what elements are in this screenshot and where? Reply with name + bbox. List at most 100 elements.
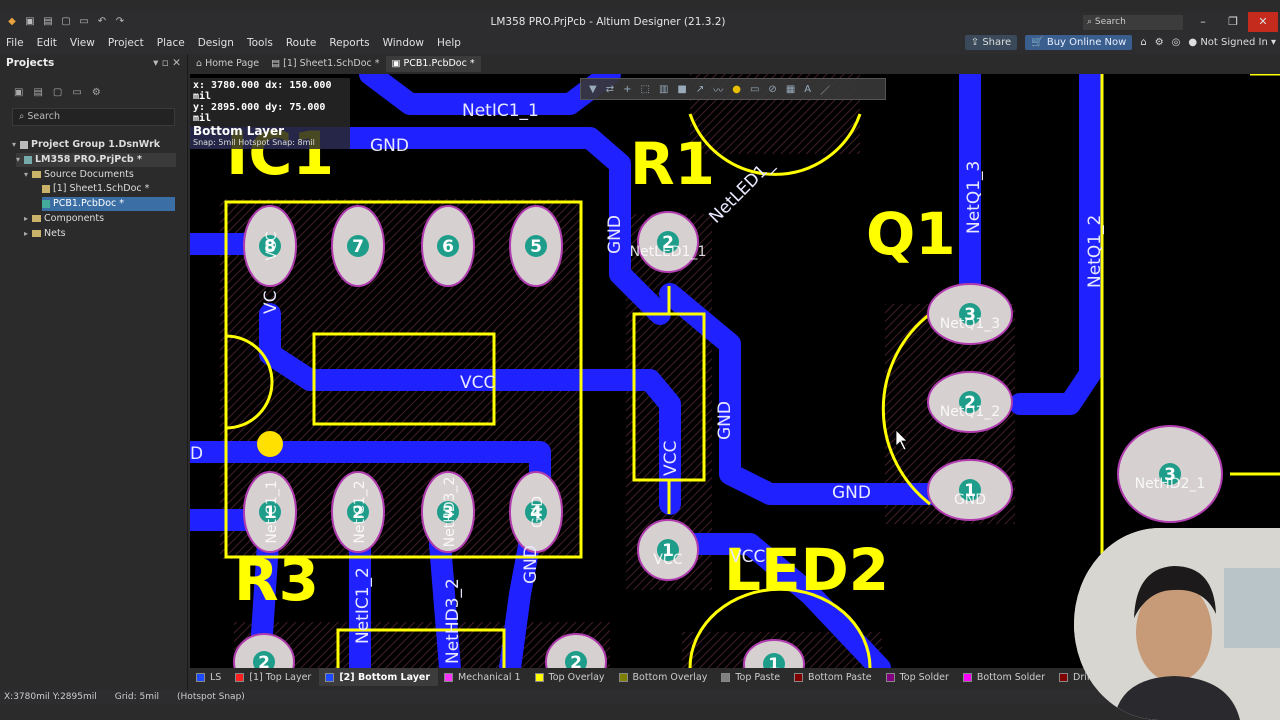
ic1-pad-2[interactable]: 2NetIC1_2 [331, 471, 385, 553]
net-label-netq1-2: NetQ1_2 [1085, 215, 1105, 288]
close-button[interactable]: ✕ [1248, 12, 1278, 32]
menu-view[interactable]: View [64, 37, 102, 49]
ic1-pad-4[interactable]: 4GND [509, 471, 563, 553]
menu-design[interactable]: Design [192, 37, 241, 49]
tree-sheet1[interactable]: [1] Sheet1.SchDoc * [42, 182, 149, 196]
component-icon[interactable]: ▥ [659, 84, 668, 95]
layer-tab[interactable]: LS [190, 668, 229, 686]
ic1-pad-8[interactable]: 8VCC [243, 205, 297, 287]
expand-icon[interactable]: ▾ [12, 138, 20, 152]
tab-home-page[interactable]: ⌂ Home Page [190, 56, 265, 72]
net-label-gnd-pin4: GND [521, 545, 541, 584]
tree-nets[interactable]: ▸ Nets [24, 227, 66, 241]
expand-icon[interactable]: ▸ [24, 227, 32, 241]
ic1-pad-5[interactable]: 5 [509, 205, 563, 287]
ic1-pad-6[interactable]: 6 [421, 205, 475, 287]
layer-tab[interactable]: Bottom Paste [788, 668, 880, 686]
fill-icon[interactable]: ■ [677, 84, 686, 95]
layer-color-swatch [325, 672, 335, 682]
tree-project-group[interactable]: ▾ Project Group 1.DsnWrk [12, 138, 160, 152]
menu-route[interactable]: Route [280, 37, 323, 49]
layer-tab[interactable]: Top Paste [715, 668, 788, 686]
designator-r1[interactable]: R1 [630, 130, 715, 198]
designator-q1[interactable]: Q1 [866, 200, 956, 268]
tree-components[interactable]: ▸ Components [24, 212, 104, 226]
layer-tab[interactable]: [1] Top Layer [229, 668, 319, 686]
panel-controls-icon[interactable]: ▾ ▫ ✕ [153, 57, 181, 69]
projects-search-placeholder: Search [27, 111, 60, 122]
layer-tab[interactable]: Top Overlay [529, 668, 613, 686]
ic1-pad-3[interactable]: 3NetHD3_2 [421, 471, 475, 553]
share-button[interactable]: ⇪ Share [964, 35, 1018, 50]
polygon-icon[interactable]: ▭ [750, 84, 759, 95]
expand-icon[interactable]: ▾ [16, 153, 24, 167]
status-bar: X:3780mil Y:2895mil Grid: 5mil (Hotspot … [0, 690, 1280, 704]
expand-icon[interactable]: ▸ [24, 212, 32, 226]
designator-r3[interactable]: R3 [234, 546, 319, 614]
save-project-icon[interactable]: ▣ [14, 87, 23, 98]
ic1-pad-1[interactable]: 1NetIC1_1 [243, 471, 297, 553]
coordinate-hud: x: 3780.000 dx: 150.000 mil y: 2895.000 … [190, 78, 350, 149]
hd2-pad-3[interactable]: 3NetHD2_1 [1117, 425, 1223, 523]
interactive-route-icon[interactable]: ↗ [696, 84, 704, 95]
notifications-icon[interactable]: ◎ [1172, 37, 1181, 48]
layer-color-swatch [1059, 672, 1069, 682]
open-project-icon[interactable]: ▢ [53, 87, 62, 98]
expand-icon[interactable]: ▾ [24, 168, 32, 182]
keepout-icon[interactable]: ⊘ [768, 84, 776, 95]
title-search-input[interactable]: ⌕ Search [1083, 15, 1183, 30]
line-icon[interactable]: ／ [820, 82, 830, 97]
user-button[interactable]: ● Not Signed In ▾ [1188, 37, 1276, 48]
buy-online-button[interactable]: 🛒 Buy Online Now [1025, 35, 1133, 50]
q1-pad-3[interactable]: 3NetQ1_3 [927, 283, 1013, 345]
route-icon[interactable]: ⇄ [606, 84, 614, 95]
menu-tools[interactable]: Tools [241, 37, 280, 49]
layer-tab[interactable]: Bottom Solder [957, 668, 1053, 686]
tree-pcb1[interactable]: PCB1.PcbDoc * [42, 197, 175, 211]
layer-tab[interactable]: Top Solder [880, 668, 957, 686]
close-project-icon[interactable]: ▭ [72, 87, 81, 98]
dimension-icon[interactable]: ▦ [786, 84, 795, 95]
select-rect-icon[interactable]: ⬚ [640, 84, 649, 95]
r1-pad-1[interactable]: 1VCC [637, 519, 699, 581]
menu-place[interactable]: Place [151, 37, 192, 49]
menu-window[interactable]: Window [377, 37, 431, 49]
hud-y-line: y: 2895.000 dy: 75.000 mil [193, 102, 326, 124]
menu-reports[interactable]: Reports [323, 37, 376, 49]
maximize-button[interactable]: ❐ [1218, 12, 1248, 32]
project-settings-icon[interactable]: ⚙ [92, 87, 101, 98]
projects-search-input[interactable]: ⌕ Search [12, 108, 175, 126]
menu-edit[interactable]: Edit [31, 37, 64, 49]
compile-icon[interactable]: ▤ [33, 87, 42, 98]
tree-source-documents[interactable]: ▾ Source Documents [24, 168, 134, 182]
cross-icon[interactable]: + [623, 84, 631, 95]
q1-pad-2[interactable]: 2NetQ1_2 [927, 371, 1013, 433]
minimize-button[interactable]: – [1188, 12, 1218, 32]
gear-icon[interactable]: ⚙ [1155, 37, 1164, 48]
title-bar: ◆ ▣ ▤ ▢ ▭ ↶ ↷ LM358 PRO.PrjPcb - Altium … [0, 12, 1280, 32]
layer-tab-label: Top Overlay [548, 671, 605, 683]
tab-pcb1[interactable]: ▣ PCB1.PcbDoc * [385, 56, 481, 72]
diff-pair-icon[interactable]: 〰 [713, 82, 723, 97]
ic1-pad-7[interactable]: 7 [331, 205, 385, 287]
tree-project[interactable]: ▾ LM358 PRO.PrjPcb * [16, 153, 176, 167]
via-marker[interactable] [257, 431, 283, 457]
menu-help[interactable]: Help [431, 37, 468, 49]
q1-pad-1[interactable]: 1GND [927, 459, 1013, 521]
active-bar: ▼ ⇄ + ⬚ ▥ ■ ↗ 〰 ● ▭ ⊘ ▦ A ／ [580, 78, 886, 100]
menu-project[interactable]: Project [102, 37, 151, 49]
menu-file[interactable]: File [0, 37, 31, 49]
layer-tab[interactable]: [2] Bottom Layer [319, 668, 439, 686]
filter-icon[interactable]: ▼ [589, 84, 597, 95]
window-title: LM358 PRO.PrjPcb - Altium Designer (21.3… [490, 16, 726, 28]
folder-icon [32, 230, 41, 237]
net-label-vcc-r1: VCC [661, 441, 681, 476]
layer-tab[interactable]: Bottom Overlay [613, 668, 716, 686]
text-icon[interactable]: A [804, 84, 811, 95]
home-icon[interactable]: ⌂ [1140, 37, 1146, 48]
via-icon[interactable]: ● [732, 84, 741, 95]
tab-sheet1[interactable]: ▤ [1] Sheet1.SchDoc * [265, 56, 385, 72]
projects-panel-title: Projects [6, 57, 55, 69]
layer-tab[interactable]: Mechanical 1 [438, 668, 529, 686]
layer-tab-label: Bottom Overlay [632, 671, 708, 683]
